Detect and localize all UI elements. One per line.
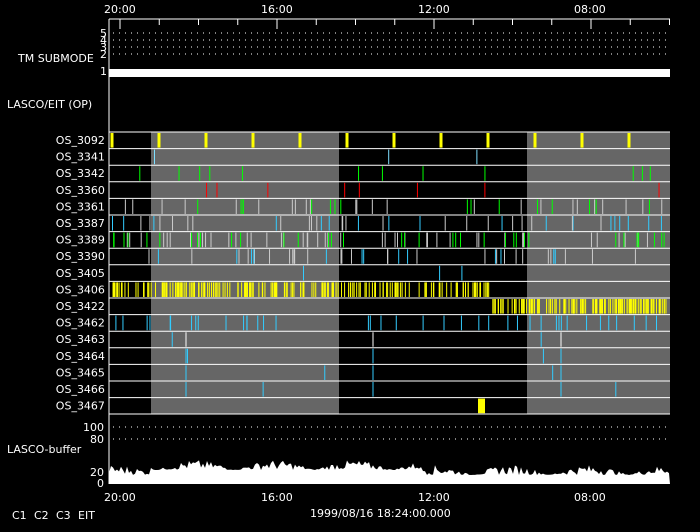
legend-item: C1 — [12, 509, 27, 522]
row-label: OS_3463 — [56, 333, 105, 346]
time-tick-label: 16:00 — [261, 3, 293, 16]
top-time-axis: 20:00 16:00 12:00 08:00 — [104, 3, 606, 16]
time-tick-label: 16:00 — [261, 491, 293, 504]
bottom-time-axis: 20:00 16:00 12:00 08:00 — [104, 491, 606, 504]
row-label: OS_3465 — [56, 366, 105, 379]
row-label: OS_3466 — [56, 383, 105, 396]
row-label: OS_3462 — [56, 317, 105, 330]
row-label: OS_3390 — [56, 250, 105, 263]
tm-submode-label: TM SUBMODE — [17, 52, 94, 65]
legend-item: C2 — [34, 509, 49, 522]
row-label: OS_3405 — [56, 267, 105, 280]
legend-item: C3 — [56, 509, 71, 522]
row-label: OS_3387 — [56, 217, 105, 230]
buffer-area — [109, 460, 670, 484]
row-label: OS_3341 — [56, 151, 105, 164]
time-tick-label: 12:00 — [418, 3, 450, 16]
row-label: OS_3361 — [56, 200, 105, 213]
time-tick-label: 20:00 — [104, 3, 136, 16]
time-tick-label: 12:00 — [418, 491, 450, 504]
row-label: OS_3467 — [56, 400, 105, 413]
event-mark — [478, 398, 485, 414]
buffer-label: LASCO-buffer — [7, 443, 82, 456]
time-tick-label: 20:00 — [104, 491, 136, 504]
gray-region — [527, 132, 670, 415]
submode-1-band — [109, 69, 670, 77]
row-label: OS_3406 — [56, 283, 105, 296]
lasco-timeline-plot: 20:00 16:00 12:00 08:00 TM SUBMODE LASCO/EI… — [7, 3, 670, 522]
row-label: OS_3092 — [56, 134, 105, 147]
buffer-tick-label: 80 — [90, 433, 104, 446]
legend: C1 C2 C3 EIT — [12, 509, 95, 522]
time-tick-label: 08:00 — [574, 3, 606, 16]
buffer-tick-label: 0 — [97, 477, 104, 490]
time-tick-label: 08:00 — [574, 491, 606, 504]
row-label: OS_3389 — [56, 234, 105, 247]
op-label: LASCO/EIT (OP) — [7, 98, 92, 111]
row-label: OS_3360 — [56, 184, 105, 197]
timestamp: 1999/08/16 18:24:00.000 — [310, 507, 451, 520]
row-label: OS_3464 — [56, 350, 105, 363]
submode-level-label: 2 — [100, 48, 107, 61]
row-label: OS_3342 — [56, 167, 105, 180]
legend-item: EIT — [78, 509, 95, 522]
row-label: OS_3422 — [56, 300, 105, 313]
submode-level-label: 1 — [100, 65, 107, 78]
